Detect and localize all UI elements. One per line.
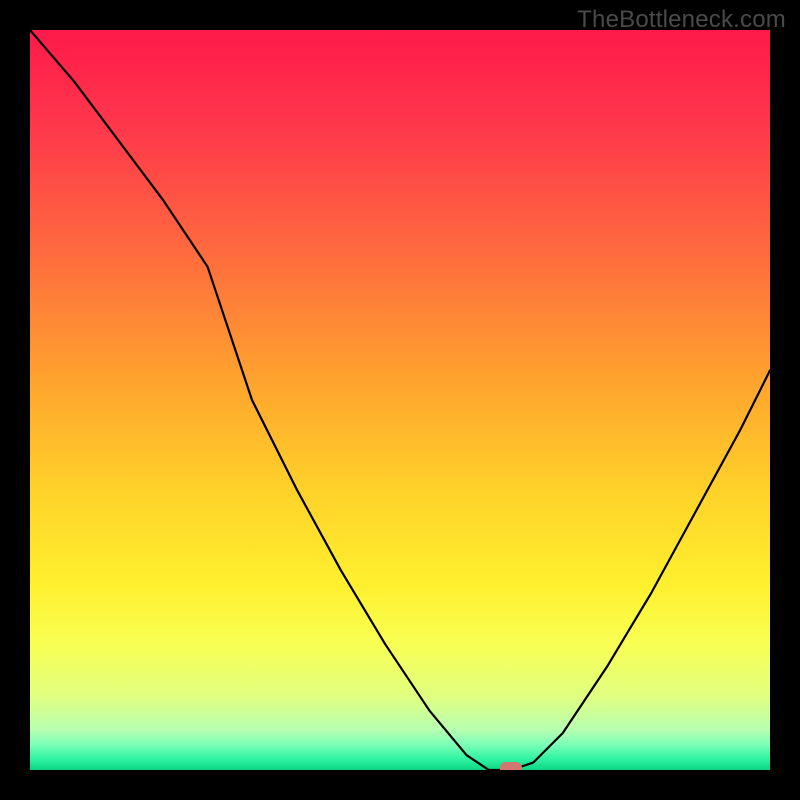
plot-area — [30, 30, 770, 770]
watermark-text: TheBottleneck.com — [577, 6, 786, 34]
chart-frame: TheBottleneck.com — [0, 0, 800, 800]
gradient-background — [30, 30, 770, 770]
chart-svg — [30, 30, 770, 770]
optimal-marker — [500, 762, 522, 770]
